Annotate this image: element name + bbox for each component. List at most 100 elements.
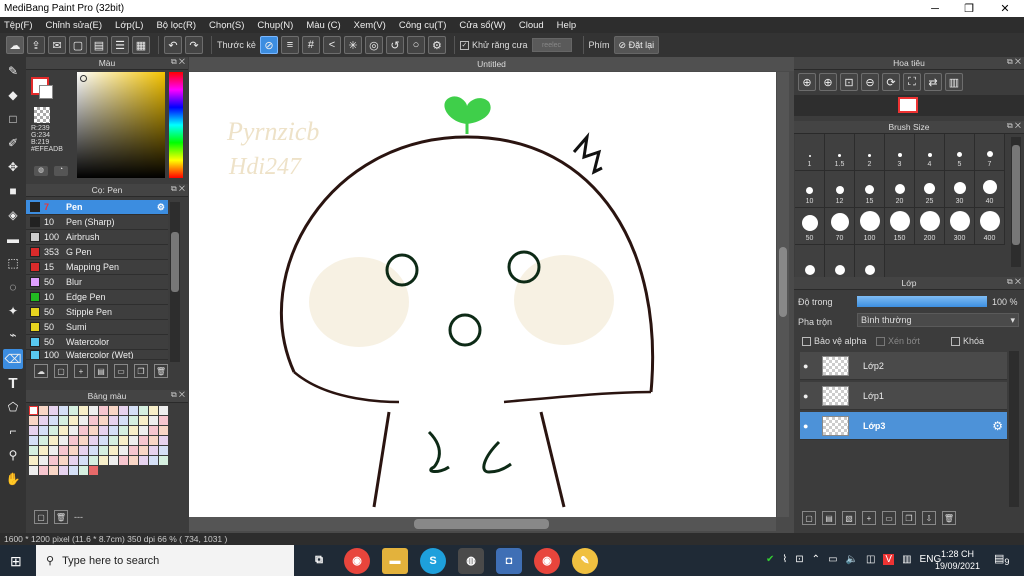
ruler-perspective-icon[interactable]: < bbox=[322, 36, 341, 54]
palette-swatch[interactable] bbox=[99, 406, 108, 415]
palette-swatch[interactable] bbox=[89, 436, 98, 445]
gear-icon[interactable]: ⚙ bbox=[157, 202, 165, 213]
move-tool-icon[interactable]: ✥ bbox=[3, 157, 23, 177]
layer-scrollbar[interactable] bbox=[1009, 351, 1019, 507]
chrome-profile-icon[interactable]: ◉ bbox=[534, 547, 560, 574]
palette-swatch[interactable] bbox=[69, 406, 78, 415]
palette-swatch[interactable] bbox=[59, 426, 68, 435]
layer-folder-icon[interactable]: ▭ bbox=[882, 511, 896, 525]
palette-swatch[interactable] bbox=[99, 436, 108, 445]
menu-filter[interactable]: Bộ lọc(R) bbox=[156, 20, 196, 31]
gear-icon[interactable]: ⚙ bbox=[992, 419, 1003, 433]
palette-swatch[interactable] bbox=[119, 436, 128, 445]
palette-swatch[interactable] bbox=[99, 446, 108, 455]
brush-size-cell[interactable]: 100 bbox=[855, 208, 885, 245]
palette-swatch[interactable] bbox=[149, 406, 158, 415]
list-icon[interactable]: ☰ bbox=[111, 36, 129, 54]
palette-icon[interactable]: ◍ bbox=[34, 166, 48, 176]
brush-size-cell[interactable]: 3 bbox=[885, 134, 915, 171]
palette-swatch[interactable] bbox=[49, 416, 58, 425]
eye-icon[interactable]: ● bbox=[803, 391, 808, 401]
palette-swatch[interactable] bbox=[79, 406, 88, 415]
palette-swatch[interactable] bbox=[139, 446, 148, 455]
menu-cloud[interactable]: Cloud bbox=[519, 20, 544, 31]
palette-swatch[interactable] bbox=[129, 446, 138, 455]
palette-swatch[interactable] bbox=[119, 406, 128, 415]
palette-swatch[interactable] bbox=[49, 446, 58, 455]
palette-swatch[interactable] bbox=[109, 406, 118, 415]
palette-swatch[interactable] bbox=[109, 416, 118, 425]
layer-row[interactable]: ● Lớp2 bbox=[800, 352, 1007, 380]
palette-swatch[interactable] bbox=[29, 446, 38, 455]
vertical-scrollbar[interactable] bbox=[777, 72, 789, 517]
eraser-tool-icon[interactable]: ◆ bbox=[3, 85, 23, 105]
eyedropper-small-icon[interactable]: ◔ bbox=[54, 166, 68, 176]
new-halftone-layer-icon[interactable]: ▤ bbox=[822, 511, 836, 525]
battery-icon[interactable]: ▭ bbox=[828, 554, 837, 565]
ruler-circle-icon[interactable]: ○ bbox=[406, 36, 425, 54]
redo-icon[interactable]: ↷ bbox=[185, 36, 203, 54]
brush-size-cell[interactable]: 10 bbox=[795, 171, 825, 208]
select-pen-icon[interactable]: ⌁ bbox=[3, 325, 23, 345]
add-brush-icon[interactable]: + bbox=[74, 364, 88, 378]
palette-swatch[interactable] bbox=[69, 416, 78, 425]
pen-tool-icon[interactable]: ✐ bbox=[3, 133, 23, 153]
palette-swatch[interactable] bbox=[159, 446, 168, 455]
palette-swatch[interactable] bbox=[159, 426, 168, 435]
palette-swatch[interactable] bbox=[59, 406, 68, 415]
paint-icon[interactable]: ✎ bbox=[572, 547, 598, 574]
palette-swatch[interactable] bbox=[119, 426, 128, 435]
palette-swatch[interactable] bbox=[129, 416, 138, 425]
palette-swatch[interactable] bbox=[59, 466, 68, 475]
navigator-options-icon[interactable]: ▥ bbox=[945, 73, 963, 91]
palette-grid[interactable] bbox=[26, 403, 188, 478]
brush-size-cell[interactable]: 400 bbox=[975, 208, 1005, 245]
palette-swatch[interactable] bbox=[159, 406, 168, 415]
eyedropper-icon[interactable]: ⌐ bbox=[3, 421, 23, 441]
new-brush-icon[interactable]: ▢ bbox=[54, 364, 68, 378]
menu-file[interactable]: Tệp(F) bbox=[4, 20, 33, 31]
brush-item[interactable]: 7 Pen ⚙ bbox=[26, 200, 168, 215]
brush-size-cell[interactable]: 2 bbox=[855, 134, 885, 171]
magic-wand-icon[interactable]: ✦ bbox=[3, 301, 23, 321]
menu-snap[interactable]: Chụp(N) bbox=[257, 20, 293, 31]
brush-size-cell[interactable]: 12 bbox=[825, 171, 855, 208]
palette-swatch[interactable] bbox=[149, 426, 158, 435]
fit-window-icon[interactable]: ⛶ bbox=[903, 73, 921, 91]
brush-size-cell[interactable]: 20 bbox=[885, 171, 915, 208]
palette-swatch[interactable] bbox=[89, 466, 98, 475]
palette-swatch[interactable] bbox=[59, 446, 68, 455]
palette-swatch[interactable] bbox=[149, 416, 158, 425]
palette-swatch[interactable] bbox=[79, 426, 88, 435]
comment-icon[interactable]: ✉ bbox=[48, 36, 66, 54]
background-color[interactable] bbox=[39, 85, 53, 99]
layer-row[interactable]: ● Lớp1 bbox=[800, 382, 1007, 410]
size-scrollbar[interactable] bbox=[1011, 137, 1021, 267]
brush-item[interactable]: 50 Sumi bbox=[26, 320, 168, 335]
palette-swatch[interactable] bbox=[39, 456, 48, 465]
menu-view[interactable]: Xem(V) bbox=[354, 20, 386, 31]
ruler-off-icon[interactable]: ⊘ bbox=[259, 36, 278, 54]
palette-swatch[interactable] bbox=[99, 416, 108, 425]
brush-size-cell[interactable]: 15 bbox=[855, 171, 885, 208]
clock[interactable]: 1:28 CH 19/09/2021 bbox=[935, 548, 980, 572]
palette-swatch[interactable] bbox=[109, 426, 118, 435]
palette-swatch[interactable] bbox=[29, 406, 38, 415]
delete-palette-icon[interactable]: 🗑 bbox=[54, 510, 68, 524]
palette-swatch[interactable] bbox=[79, 456, 88, 465]
palette-swatch[interactable] bbox=[29, 456, 38, 465]
unikey-icon[interactable]: V bbox=[883, 554, 895, 565]
brush-size-cell[interactable]: 1.5 bbox=[825, 134, 855, 171]
panel-close-icon[interactable]: ⧉ ✕ bbox=[1007, 277, 1021, 287]
taskbar-search[interactable]: ⚲ Type here to search bbox=[36, 545, 294, 576]
ruler-settings-icon[interactable]: ⚙ bbox=[427, 36, 446, 54]
duplicate-layer-icon[interactable]: ❐ bbox=[902, 511, 916, 525]
brush-settings-icon[interactable]: ▤ bbox=[94, 364, 108, 378]
flip-icon[interactable]: ⇄ bbox=[924, 73, 942, 91]
brush-size-cell[interactable]: 150 bbox=[885, 208, 915, 245]
panel-close-icon[interactable]: ⧉ ✕ bbox=[171, 57, 185, 67]
palette-swatch[interactable] bbox=[139, 416, 148, 425]
zoom-actual-icon[interactable]: ⊡ bbox=[840, 73, 858, 91]
lasso-tool-icon[interactable]: ◌ bbox=[3, 277, 23, 297]
rotate-icon[interactable]: ⟳ bbox=[882, 73, 900, 91]
